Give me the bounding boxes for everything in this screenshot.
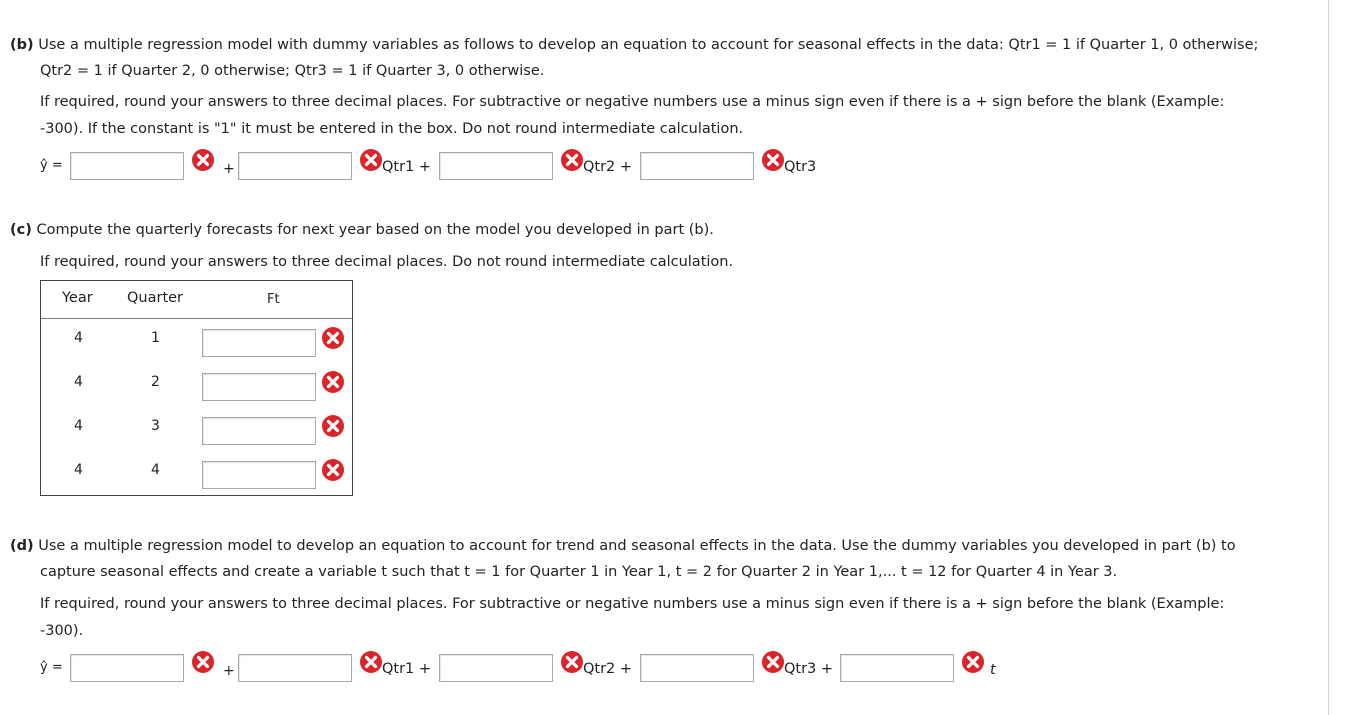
forecast-q2-input[interactable] <box>202 373 316 401</box>
table-header-year: Year <box>62 290 93 306</box>
x-circle-icon <box>322 327 344 349</box>
part-b-instructions-2: -300). If the constant is "1" it must be… <box>40 121 744 137</box>
part-d-question: Use a multiple regression model to devel… <box>38 538 1236 554</box>
x-circle-icon <box>561 149 583 171</box>
x-circle-icon <box>322 371 344 393</box>
part-c-instructions: If required, round your answers to three… <box>40 254 734 270</box>
forecast-q1-input[interactable] <box>202 329 316 357</box>
plus-operator: + <box>223 663 235 679</box>
part-d-instructions-1: If required, round your answers to three… <box>40 596 1225 612</box>
part-c-label: (c) <box>10 222 32 238</box>
part-d-instructions-2: -300). <box>40 623 84 639</box>
part-d-yhat-label: ŷ = <box>40 660 63 675</box>
part-b-line2: Qtr2 = 1 if Quarter 2, 0 otherwise; Qtr3… <box>40 63 545 79</box>
table-cell-quarter: 1 <box>151 330 160 346</box>
part-d-label: (d) <box>10 538 34 554</box>
x-circle-icon <box>322 459 344 481</box>
part-b-constant-input[interactable] <box>70 152 184 180</box>
table-header-quarter: Quarter <box>127 290 184 306</box>
qtr2-label: Qtr2 + <box>583 661 633 677</box>
page-divider <box>1328 0 1329 715</box>
x-circle-icon <box>192 651 214 673</box>
part-d-qtr1-input[interactable] <box>439 654 553 682</box>
x-circle-icon <box>962 651 984 673</box>
table-header-divider <box>41 318 352 319</box>
x-circle-icon <box>322 415 344 437</box>
qtr3-label: Qtr3 <box>784 159 817 175</box>
part-c-question: Compute the quarterly forecasts for next… <box>36 222 714 238</box>
part-d-qtr3-input[interactable] <box>840 654 954 682</box>
table-cell-year: 4 <box>74 418 83 434</box>
x-circle-icon <box>762 651 784 673</box>
part-d-constant-input[interactable] <box>70 654 184 682</box>
part-d-line1: (d) Use a multiple regression model to d… <box>10 538 1236 554</box>
part-d-b0-input[interactable] <box>238 654 352 682</box>
table-cell-year: 4 <box>74 330 83 346</box>
x-circle-icon <box>762 149 784 171</box>
x-circle-icon <box>561 651 583 673</box>
qtr2-label: Qtr2 + <box>583 159 633 175</box>
forecast-q4-input[interactable] <box>202 461 316 489</box>
table-header-ft: Ft <box>267 292 280 307</box>
forecast-q3-input[interactable] <box>202 417 316 445</box>
qtr1-label: Qtr1 + <box>382 159 432 175</box>
table-cell-year: 4 <box>74 462 83 478</box>
plus-operator: + <box>223 161 235 177</box>
part-b-yhat-label: ŷ = <box>40 158 63 173</box>
part-b-qtr2-input[interactable] <box>640 152 754 180</box>
x-circle-icon <box>360 149 382 171</box>
part-d-qtr2-input[interactable] <box>640 654 754 682</box>
table-cell-year: 4 <box>74 374 83 390</box>
part-b-line1: (b) Use a multiple regression model with… <box>10 37 1258 53</box>
part-b-qtr1-input[interactable] <box>439 152 553 180</box>
x-circle-icon <box>360 651 382 673</box>
part-b-b0-input[interactable] <box>238 152 352 180</box>
part-d-line2: capture seasonal effects and create a va… <box>40 564 1118 580</box>
table-cell-quarter: 2 <box>151 374 160 390</box>
x-circle-icon <box>192 149 214 171</box>
table-cell-quarter: 3 <box>151 418 160 434</box>
part-b-question: Use a multiple regression model with dum… <box>38 37 1259 53</box>
qtr3-label: Qtr3 + <box>784 661 834 677</box>
part-b-label: (b) <box>10 37 34 53</box>
part-c-line1: (c) Compute the quarterly forecasts for … <box>10 222 714 238</box>
table-cell-quarter: 4 <box>151 462 160 478</box>
part-b-instructions-1: If required, round your answers to three… <box>40 94 1225 110</box>
qtr1-label: Qtr1 + <box>382 661 432 677</box>
t-label: t <box>990 662 996 678</box>
